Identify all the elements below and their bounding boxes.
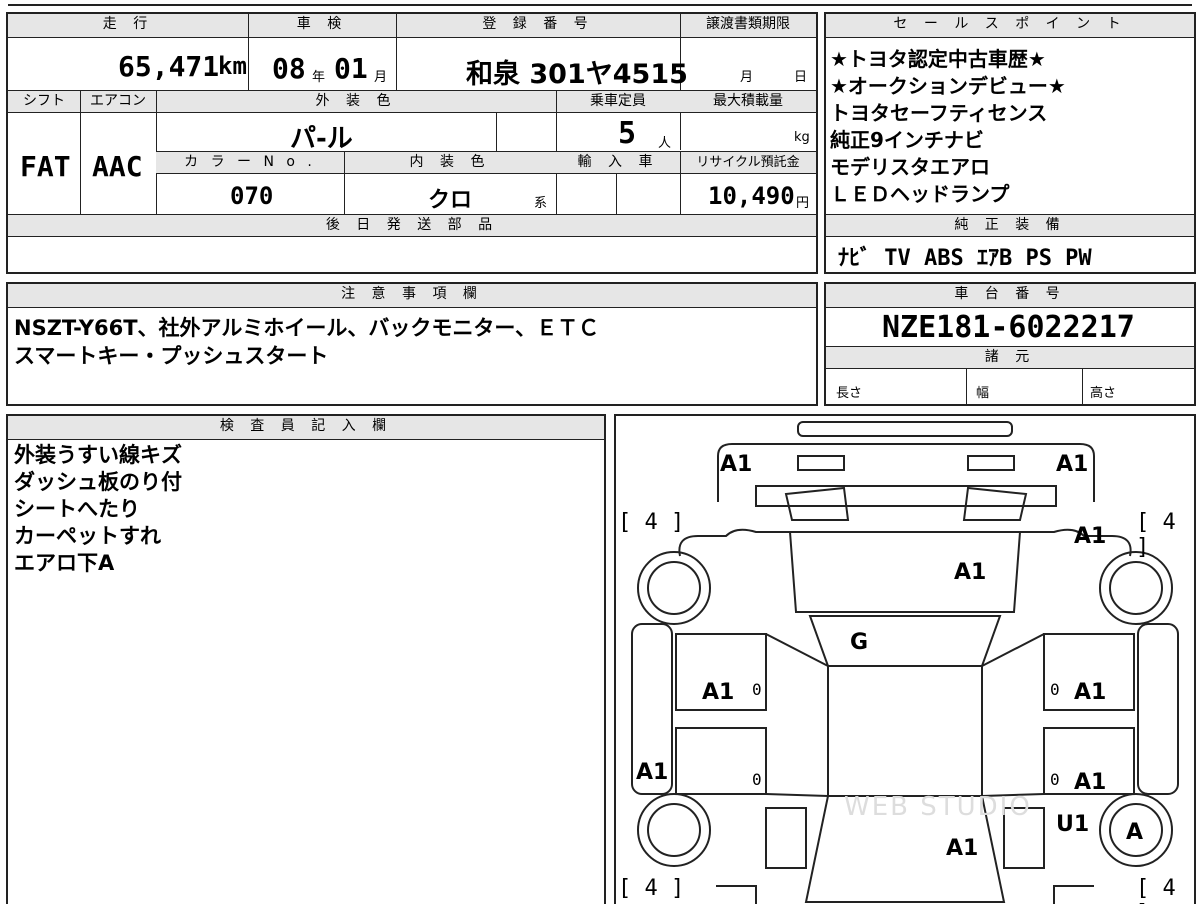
mark-door-fl: A1	[702, 680, 735, 705]
mark-windshield: G	[850, 630, 869, 655]
inspector-line: エアロ下A	[14, 551, 115, 575]
mark-hood: A1	[954, 560, 987, 585]
inspection-month: 01	[334, 52, 368, 85]
registration-number: 和泉 301ヤ4515	[466, 59, 688, 90]
sales-point-item: モデリスタエアロ	[830, 155, 990, 179]
color-no-value: 070	[230, 182, 274, 210]
header-recycle: リサイクル預託金	[680, 152, 816, 174]
notes-text: NSZT-Y66T、社外アルミホイール、バックモニター、ＥＴＣ スマートキー・プ…	[14, 314, 599, 370]
header-import: 輸 入 車	[556, 152, 680, 174]
header-mileage: 走 行	[8, 14, 248, 38]
aircon-value: AAC	[92, 150, 143, 183]
inspector-line: 外装うすい線キズ	[14, 443, 182, 467]
mark-tire-a: A	[1126, 820, 1144, 845]
notes-panel: 注 意 事 項 欄 NSZT-Y66T、社外アルミホイール、バックモニター、ＥＴ…	[6, 282, 818, 406]
inspection-month-unit: 月	[374, 70, 388, 85]
inspector-line: カーペットすれ	[14, 524, 161, 548]
top-cutoff-strip	[8, 0, 1192, 6]
shift-value: FAT	[20, 150, 71, 183]
header-interior-color: 内 装 色	[344, 152, 556, 174]
spec-length-label: 長さ	[836, 386, 863, 401]
mileage-value: 65,471	[118, 50, 220, 83]
mark-u1: U1	[1056, 812, 1090, 837]
mark-zero: 0	[1050, 770, 1060, 789]
mark-sill-left: A1	[636, 760, 669, 785]
tire-tread-fl: [ 4 ]	[618, 510, 685, 535]
chassis-panel: 車 台 番 号 NZE181-6022217 諸 元 長さ 幅 高さ	[824, 282, 1196, 406]
watermark: WEB STUDIO	[844, 792, 1032, 822]
chassis-number: NZE181-6022217	[882, 310, 1135, 345]
header-max-load: 最大積載量	[680, 91, 816, 113]
interior-color-value: クロ	[428, 188, 473, 213]
header-color-no: カ ラ ー N o .	[156, 152, 344, 174]
header-later-parts: 後 日 発 送 部 品	[8, 215, 816, 237]
mark-rear: A1	[946, 836, 979, 861]
vehicle-info-grid: 走 行 車 検 登 録 番 号 譲渡書類期限 65,471 km 08 年 01…	[6, 12, 818, 274]
notes-line: スマートキー・プッシュスタート	[14, 344, 329, 368]
car-diagram	[631, 421, 1179, 904]
mileage-unit: km	[218, 52, 247, 80]
capacity-value: 5	[618, 116, 637, 151]
header-genuine-equipment: 純 正 装 備	[826, 215, 1194, 237]
header-capacity: 乗車定員	[556, 91, 680, 113]
inspector-line: シートへたり	[14, 497, 140, 521]
header-shift: シフト	[8, 91, 80, 113]
inspection-year-unit: 年	[312, 70, 326, 85]
header-inspector: 検 査 員 記 入 欄	[8, 416, 604, 440]
deadline-month-unit: 月	[740, 70, 754, 85]
mark-zero: 0	[752, 770, 762, 789]
genuine-equipment-items: ﾅﾋﾞ TV ABS ｴｱB PS PW	[838, 246, 1092, 271]
max-load-unit: kg	[794, 130, 810, 145]
deadline-day-unit: 日	[794, 70, 808, 85]
mark-zero: 0	[752, 680, 762, 699]
inspector-panel: 検 査 員 記 入 欄 外装うすい線キズ ダッシュ板のり付 シートへたり カーペ…	[6, 414, 606, 904]
recycle-unit: 円	[796, 196, 810, 211]
recycle-value: 10,490	[708, 182, 795, 210]
inspector-text: 外装うすい線キズ ダッシュ板のり付 シートへたり カーペットすれ エアロ下A	[14, 442, 182, 577]
sales-points-list: ★トヨタ認定中古車歴★ ★オークションデビュー★ トヨタセーフティセンス 純正9…	[830, 46, 1066, 208]
sales-point-item: トヨタセーフティセンス	[830, 101, 1048, 125]
mark-fender-right: A1	[1074, 524, 1107, 549]
mark-door-rr: A1	[1074, 770, 1107, 795]
capacity-unit: 人	[658, 136, 672, 151]
sales-point-item: ＬＥＤヘッドランプ	[830, 182, 1010, 206]
mark-door-fr: A1	[1074, 680, 1107, 705]
sales-point-item: 純正9インチナビ	[830, 128, 984, 152]
header-transfer-deadline: 譲渡書類期限	[680, 14, 816, 38]
mark-front-right: A1	[1056, 452, 1089, 477]
inspection-year: 08	[272, 52, 306, 85]
header-registration: 登 録 番 号	[396, 14, 680, 38]
spec-width-label: 幅	[976, 386, 990, 401]
header-exterior-color: 外 装 色	[156, 91, 556, 113]
sales-point-item: ★オークションデビュー★	[830, 74, 1066, 98]
sales-points-panel: セ ー ル ス ポ イ ン ト ★トヨタ認定中古車歴★ ★オークションデビュー★…	[824, 12, 1196, 274]
inspector-line: ダッシュ板のり付	[14, 470, 182, 494]
interior-color-suffix: 系	[534, 196, 548, 211]
header-chassis: 車 台 番 号	[826, 284, 1194, 308]
tire-tread-rl: [ 4 ]	[618, 876, 685, 901]
header-specs: 諸 元	[826, 347, 1194, 369]
header-aircon: エアコン	[80, 91, 156, 113]
sales-point-item: ★トヨタ認定中古車歴★	[830, 47, 1046, 71]
exterior-color-value: パ-ル	[290, 124, 353, 154]
tire-tread-fr: [ 4 ]	[1136, 510, 1176, 560]
mark-front-left: A1	[720, 452, 753, 477]
header-notes: 注 意 事 項 欄	[8, 284, 816, 308]
spec-height-label: 高さ	[1090, 386, 1117, 401]
header-inspection: 車 検	[248, 14, 396, 38]
header-sales-point: セ ー ル ス ポ イ ン ト	[826, 14, 1194, 38]
mark-zero: 0	[1050, 680, 1060, 699]
car-diagram-panel: A1 A1 A1 A1 G A1 A1 A1 A1 0 0 0 0 U1 A A…	[614, 414, 1196, 904]
notes-line: NSZT-Y66T、社外アルミホイール、バックモニター、ＥＴＣ	[14, 316, 600, 340]
